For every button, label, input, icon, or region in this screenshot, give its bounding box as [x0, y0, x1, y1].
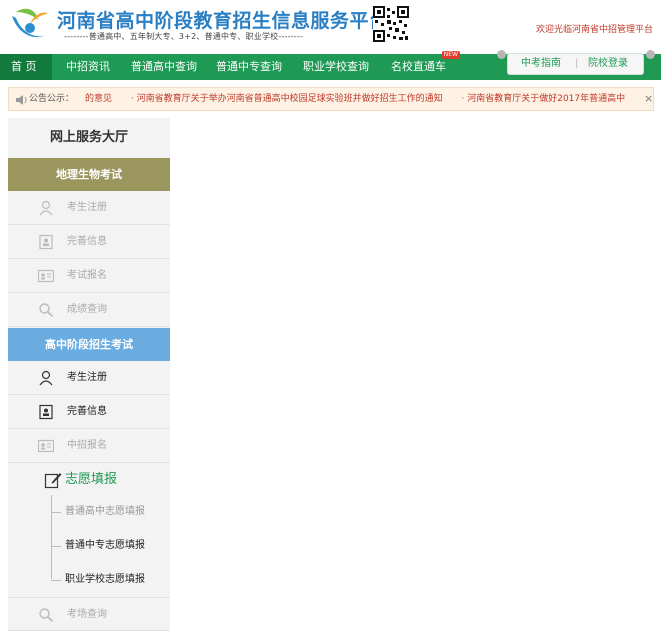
- notice-label: 公告公示：: [29, 94, 75, 104]
- new-badge: NEW: [441, 51, 460, 59]
- site-header: 河南省高中阶段教育招生信息服务平台 --------普通高中、五年制大专、3+2…: [0, 0, 661, 54]
- tree-tick: [51, 512, 61, 513]
- notice-item[interactable]: 的意见: [85, 94, 112, 104]
- sidebar-subitem-vocational-wish[interactable]: 职业学校志愿填报: [8, 563, 170, 597]
- sidebar-subitem-secondary-wish[interactable]: 普通中专志愿填报: [8, 529, 170, 563]
- logo-icon[interactable]: [8, 4, 52, 48]
- sidebar-item-geo-score[interactable]: 成绩查询: [8, 293, 170, 327]
- sidebar-item-label: 完善信息: [67, 236, 107, 247]
- edit-icon: [44, 473, 62, 489]
- nav-dot-left: [497, 50, 506, 59]
- section-admission-header: 高中阶段招生考试: [8, 328, 170, 361]
- sidebar-item-label: 志愿填报: [65, 472, 118, 487]
- nav-dot-right: [646, 50, 655, 59]
- sidebar-item-register[interactable]: 考生注册: [8, 361, 170, 395]
- search-icon: [39, 303, 54, 318]
- exam-guide-link[interactable]: 中考指南: [521, 54, 561, 74]
- notice-item[interactable]: · 河南省教育厅关于举办河南省普通高中校园足球实验班并做好招生工作的通知: [131, 94, 443, 104]
- sidebar-item-label: 成绩查询: [67, 304, 107, 315]
- nav-secondary-school-query[interactable]: 普通中专查询: [216, 54, 282, 80]
- sidebar-item-label: 完善信息: [67, 406, 107, 417]
- tree-tick: [51, 546, 61, 547]
- sidebar-title: 网上服务大厅: [49, 130, 128, 145]
- sidebar-item-profile[interactable]: 完善信息: [8, 395, 170, 429]
- profile-card-icon: [39, 404, 53, 420]
- nav-high-school-query[interactable]: 普通高中查询: [131, 54, 197, 80]
- school-login-link[interactable]: 院校登录: [588, 54, 628, 74]
- nav-top-school-express-label: 名校直通车: [391, 60, 446, 73]
- site-subtitle: --------普通高中、五年制大专、3+2、普通中专、职业学校--------: [64, 32, 304, 41]
- sidebar-item-geo-profile[interactable]: 完善信息: [8, 225, 170, 259]
- sidebar-item-label: 中招报名: [67, 440, 107, 451]
- sidebar-item-label: 考场查询: [67, 609, 107, 620]
- nav-vocational-query[interactable]: 职业学校查询: [303, 54, 369, 80]
- nav-right-panel: 中考指南 | 院校登录: [507, 53, 644, 75]
- section-geo-bio-header: 地理生物考试: [8, 158, 170, 191]
- sidebar-subitem-label: 普通高中志愿填报: [65, 506, 145, 517]
- nav-news[interactable]: 中招资讯: [66, 54, 110, 80]
- sidebar-item-geo-signup[interactable]: 考试报名: [8, 259, 170, 293]
- notice-item[interactable]: · 河南省教育厅关于做好2017年普通高中: [462, 94, 626, 104]
- service-sidebar: 网上服务大厅 地理生物考试 考生注册 完善信息 考试报名 成绩查询 高中阶段招生…: [8, 118, 170, 631]
- search-icon: [39, 608, 54, 623]
- nav-top-school-express[interactable]: 名校直通车 NEW: [391, 51, 460, 80]
- sidebar-item-signup[interactable]: 中招报名: [8, 429, 170, 463]
- speaker-icon: [16, 95, 27, 105]
- sidebar-item-label: 考生注册: [67, 202, 107, 213]
- sidebar-item-label: 考生注册: [67, 372, 107, 383]
- nav-home[interactable]: 首 页: [0, 54, 52, 80]
- sidebar-subitem-label: 职业学校志愿填报: [65, 574, 145, 585]
- sidebar-item-exam-room[interactable]: 考场查询: [8, 597, 170, 631]
- id-card-icon: [38, 439, 54, 453]
- welcome-text: 欢迎光临河南省中招管理平台: [535, 25, 653, 35]
- tree-tick: [51, 580, 61, 581]
- profile-card-icon: [39, 234, 53, 250]
- user-icon: [39, 200, 53, 216]
- sidebar-item-label: 考试报名: [67, 270, 107, 281]
- site-title: 河南省高中阶段教育招生信息服务平台: [57, 10, 389, 32]
- sidebar-subitem-label: 普通中专志愿填报: [65, 540, 145, 551]
- sidebar-subitem-high-school-wish[interactable]: 普通高中志愿填报: [8, 495, 170, 529]
- id-card-icon: [38, 269, 54, 283]
- close-icon[interactable]: ×: [644, 88, 653, 110]
- notice-bar: 公告公示： 的意见 · 河南省教育厅关于举办河南省普通高中校园足球实验班并做好招…: [8, 87, 654, 111]
- notice-ticker: 的意见 · 河南省教育厅关于举办河南省普通高中校园足球实验班并做好招生工作的通知…: [85, 88, 638, 110]
- sidebar-item-geo-register[interactable]: 考生注册: [8, 191, 170, 225]
- nav-divider: |: [575, 58, 579, 69]
- user-icon: [39, 370, 53, 386]
- sidebar-item-wish-fill[interactable]: 志愿填报: [8, 465, 170, 495]
- qr-code-icon: [373, 6, 409, 42]
